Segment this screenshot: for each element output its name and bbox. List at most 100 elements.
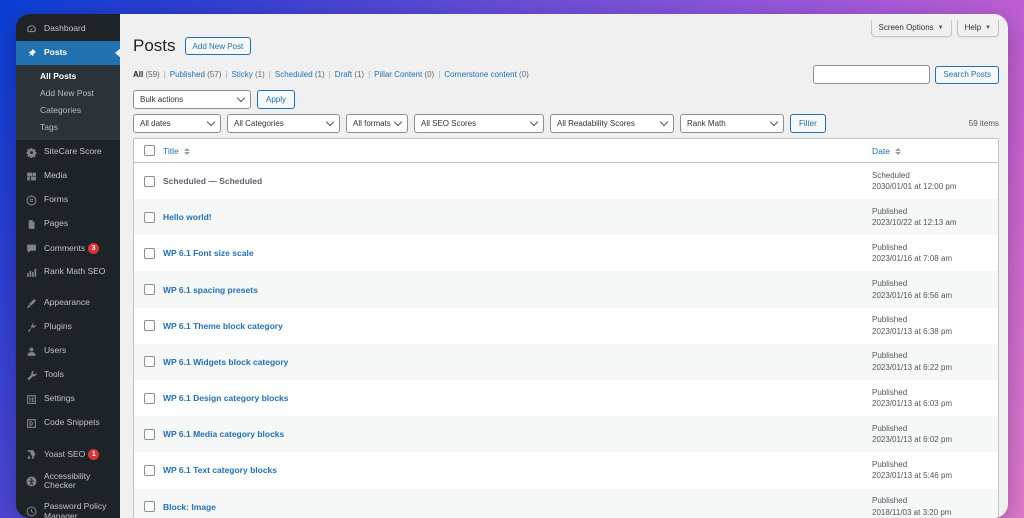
post-title-cell: Hello world! — [160, 199, 866, 235]
post-title-link[interactable]: WP 6.1 Theme block category — [163, 321, 283, 331]
sort-arrows-icon[interactable] — [184, 148, 191, 156]
sidebar-item-accessibility-checker[interactable]: Accessibility Checker — [16, 466, 120, 497]
view-link-draft[interactable]: Draft (1) — [335, 70, 364, 79]
sidebar-item-badge: 1 — [88, 448, 100, 460]
seo-score-filter-select[interactable]: All SEO Scores — [414, 114, 544, 134]
sidebar-item-media[interactable]: Media — [16, 164, 120, 188]
code-snippets-icon — [25, 417, 38, 430]
submenu-item-tags[interactable]: Tags — [16, 118, 120, 135]
rank-math-filter-select[interactable]: Rank Math — [680, 114, 784, 134]
readability-score-filter-select[interactable]: All Readability Scores — [550, 114, 674, 134]
sidebar-item-label: Pages — [44, 218, 69, 229]
search-input[interactable] — [813, 65, 931, 85]
row-checkbox[interactable] — [144, 356, 155, 368]
sidebar-item-settings[interactable]: Settings — [16, 387, 120, 411]
post-title-link[interactable]: WP 6.1 Design category blocks — [163, 393, 289, 403]
row-checkbox[interactable] — [144, 284, 155, 296]
view-link-all[interactable]: All (59) — [133, 70, 160, 79]
apply-button[interactable]: Apply — [257, 90, 296, 110]
sidebar-item-posts[interactable]: Posts — [16, 41, 121, 65]
post-date-cell: Published 2023/10/22 at 12:13 am — [866, 199, 998, 235]
sidebar-item-sitecare-score[interactable]: SiteCare Score — [16, 140, 120, 164]
post-title-link[interactable]: WP 6.1 spacing presets — [163, 285, 258, 295]
sidebar-item-plugins[interactable]: Plugins — [16, 315, 120, 339]
select-all-checkbox[interactable] — [144, 145, 155, 157]
date-filter-value: All dates — [140, 119, 171, 129]
row-checkbox[interactable] — [144, 464, 155, 476]
date-filter-select[interactable]: All dates — [133, 114, 221, 134]
view-link-label: Sticky — [231, 70, 255, 80]
view-link-pillar-content[interactable]: Pillar Content (0) — [374, 70, 434, 79]
date-cell: Published 2018/11/03 at 3:20 pm — [872, 495, 998, 518]
sidebar-item-password-policy-manager[interactable]: Password Policy Manager — [16, 497, 120, 518]
sidebar-item-label: Dashboard — [44, 23, 86, 34]
row-checkbox[interactable] — [144, 247, 155, 259]
post-title-link[interactable]: Hello world! — [163, 212, 212, 222]
password-policy-icon — [25, 505, 38, 518]
add-new-post-button[interactable]: Add New Post — [184, 37, 252, 56]
sidebar-item-label: Settings — [44, 393, 75, 404]
view-link-scheduled[interactable]: Scheduled (1) — [275, 70, 325, 79]
post-title-link[interactable]: Scheduled — Scheduled — [163, 176, 262, 186]
row-checkbox[interactable] — [144, 320, 155, 332]
view-link-published[interactable]: Published (57) — [170, 70, 222, 79]
rank-math-filter-value: Rank Math — [687, 119, 726, 129]
accessibility-icon — [25, 475, 38, 488]
post-title-link[interactable]: Block: Image — [163, 502, 216, 512]
table-row: Scheduled — Scheduled Scheduled 2030/01/01… — [134, 162, 998, 200]
format-filter-select[interactable]: All formats — [346, 114, 408, 134]
row-select-cell — [134, 199, 160, 235]
sidebar-item-comments[interactable]: Comments 3 — [16, 236, 120, 260]
category-filter-select[interactable]: All Categories — [227, 114, 340, 134]
sidebar-item-dashboard[interactable]: Dashboard — [16, 17, 120, 41]
view-link-cornerstone-content[interactable]: Cornerstone content (0) — [444, 70, 529, 79]
submenu-item-all-posts[interactable]: All Posts — [16, 67, 120, 84]
table-row: WP 6.1 Theme block category Published 2023… — [134, 307, 998, 344]
items-count: 59 items — [968, 119, 999, 129]
pin-icon — [25, 47, 38, 60]
sidebar-item-code-snippets[interactable]: Code Snippets — [16, 411, 120, 435]
sidebar-item-forms[interactable]: Forms — [16, 188, 120, 212]
chevron-down-icon: ▼ — [937, 24, 944, 31]
post-title-cell: WP 6.1 Font size scale — [160, 235, 866, 271]
date-cell: Scheduled 2030/01/01 at 12:00 pm — [872, 170, 998, 193]
post-title-link[interactable]: WP 6.1 Font size scale — [163, 248, 254, 258]
row-checkbox[interactable] — [144, 211, 155, 223]
submenu-item-categories[interactable]: Categories — [16, 101, 120, 118]
row-checkbox[interactable] — [144, 175, 155, 187]
filter-button[interactable]: Filter — [790, 114, 826, 134]
sidebar-item-yoast-seo[interactable]: Yoast SEO 1 — [16, 442, 120, 466]
posts-table-wrapper: Title Date Scheduled — Scheduled Schedule… — [133, 138, 999, 518]
search-posts-button[interactable]: Search Posts — [935, 65, 999, 84]
sidebar-item-pages[interactable]: Pages — [16, 212, 120, 236]
post-title-link[interactable]: WP 6.1 Media category blocks — [163, 429, 284, 439]
post-title-link[interactable]: WP 6.1 Widgets block category — [163, 357, 288, 367]
help-button[interactable]: Help ▼ — [956, 20, 999, 37]
sort-arrows-icon[interactable] — [895, 148, 902, 156]
row-select-cell — [134, 235, 160, 271]
table-row: WP 6.1 Font size scale Published 2023/01/1… — [134, 235, 998, 272]
bulk-actions-select[interactable]: Bulk actions — [133, 90, 251, 110]
row-select-cell — [134, 452, 160, 488]
sidebar-item-tools[interactable]: Tools — [16, 363, 120, 387]
column-header-title[interactable]: Title — [160, 139, 866, 164]
appearance-icon — [25, 297, 38, 310]
row-checkbox[interactable] — [144, 392, 155, 404]
post-title-link[interactable]: WP 6.1 Text category blocks — [163, 465, 277, 475]
column-header-date[interactable]: Date — [866, 139, 998, 164]
view-link-label: Draft — [334, 70, 355, 80]
sidebar-item-rank-math-seo[interactable]: Rank Math SEO — [16, 260, 120, 284]
sidebar-item-label: Appearance — [44, 297, 90, 308]
screen-options-button[interactable]: Screen Options ▼ — [870, 20, 952, 37]
view-link-sticky[interactable]: Sticky (1) — [231, 70, 264, 79]
post-status-filter-links: All (59) | Published (57) | Sticky (1) | Sched… — [133, 70, 529, 79]
post-date-value: 2023/01/16 at 7:08 am — [872, 254, 953, 264]
yoast-icon — [25, 448, 38, 461]
row-checkbox[interactable] — [144, 428, 155, 440]
submenu-item-add-new-post[interactable]: Add New Post — [16, 84, 120, 101]
search-box: Search Posts — [813, 65, 999, 85]
row-checkbox[interactable] — [144, 501, 155, 513]
sidebar-item-users[interactable]: Users — [16, 339, 120, 363]
sidebar-item-appearance[interactable]: Appearance — [16, 291, 120, 315]
view-link-count: (1) — [314, 70, 325, 80]
